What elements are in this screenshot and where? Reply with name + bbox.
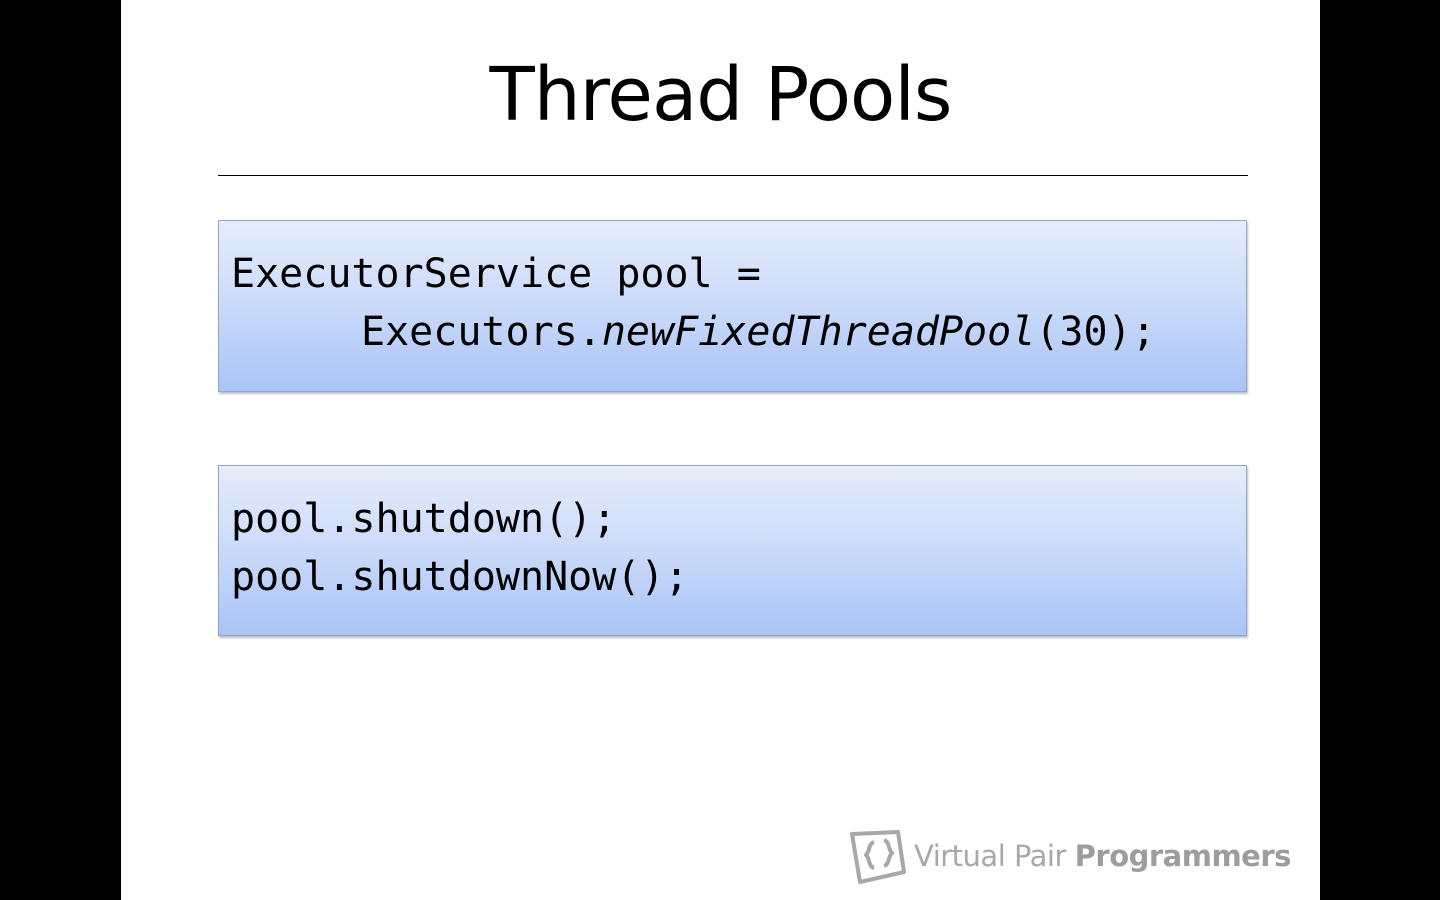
code-block-pool-creation: ExecutorService pool = Executors.newFixe… xyxy=(218,220,1247,392)
brand-name: Virtual Pair Programmers xyxy=(914,839,1291,873)
code-line: pool.shutdown(); xyxy=(231,496,617,542)
bracketed-pages-icon xyxy=(848,828,908,884)
code-line: pool.shutdownNow(); xyxy=(231,554,689,600)
code-line: Executors.newFixedThreadPool(30); xyxy=(231,303,1246,361)
brand-name-light: Virtual Pair xyxy=(914,839,1075,873)
brand-watermark: Virtual Pair Programmers xyxy=(848,828,1291,884)
code-block-pool-shutdown: pool.shutdown(); pool.shutdownNow(); xyxy=(218,465,1247,636)
code-method-name: newFixedThreadPool xyxy=(601,309,1036,355)
code-token: Executors. xyxy=(361,309,602,355)
code-token: (30); xyxy=(1035,309,1156,355)
video-frame: Thread Pools ExecutorService pool = Exec… xyxy=(0,0,1440,900)
code-line: ExecutorService pool = xyxy=(231,251,761,297)
title-divider xyxy=(218,175,1248,176)
brand-name-bold: Programmers xyxy=(1074,839,1292,873)
presentation-slide: Thread Pools ExecutorService pool = Exec… xyxy=(121,0,1320,900)
slide-title: Thread Pools xyxy=(489,52,953,138)
